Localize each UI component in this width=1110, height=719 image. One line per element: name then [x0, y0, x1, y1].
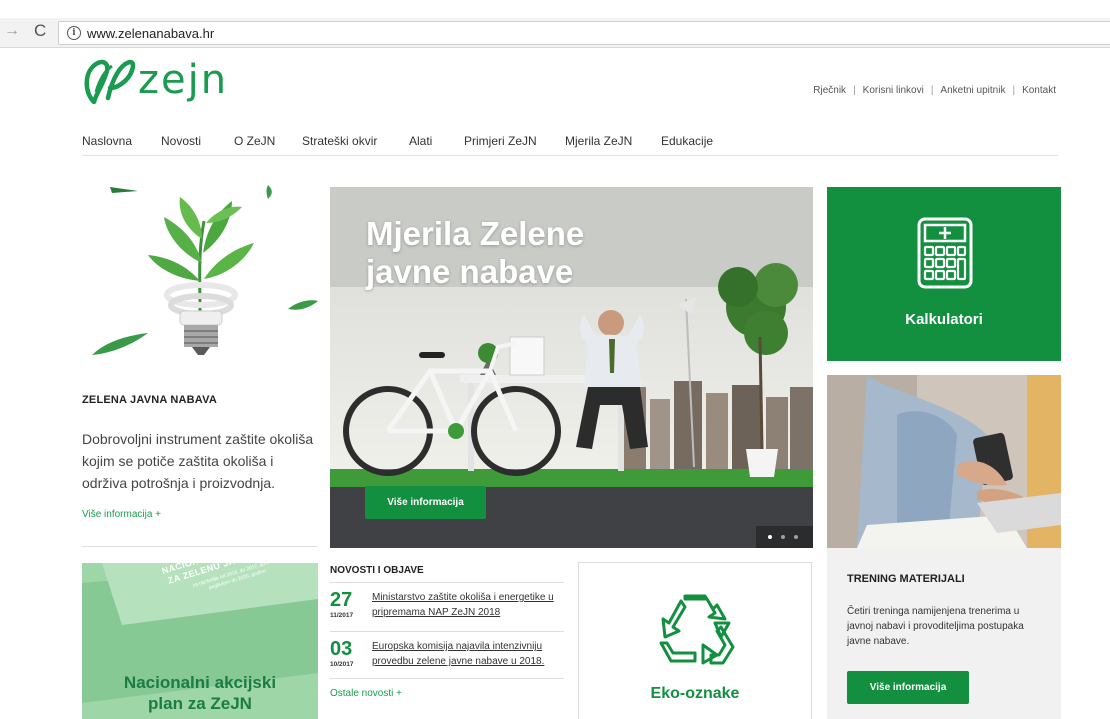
nav-novosti[interactable]: Novosti [161, 134, 201, 148]
slider-dot[interactable] [781, 535, 785, 539]
browser-chrome: → C i www.zelenanabava.hr [0, 0, 1110, 48]
separator: | [930, 85, 934, 96]
separator: | [1012, 85, 1016, 96]
hero-more-button[interactable]: Više informacija [365, 486, 486, 519]
nav-mjerila-zejn[interactable]: Mjerila ZeJN [565, 134, 632, 148]
training-title: TRENING MATERIJALI [847, 573, 965, 585]
nav-strateski-okvir[interactable]: Strateški okvir [302, 134, 377, 148]
info-icon[interactable]: i [67, 26, 81, 40]
news-month: 10/2017 [330, 661, 354, 668]
calculator-icon [917, 217, 973, 289]
training-more-button[interactable]: Više informacija [847, 671, 969, 704]
divider [330, 582, 564, 583]
news-title: NOVOSTI I OBJAVE [330, 565, 424, 576]
news-headline-link[interactable]: Ministarstvo zaštite okoliša i energetik… [372, 590, 568, 620]
hero-title-line: javne nabave [366, 253, 574, 290]
separator: | [853, 85, 856, 96]
nav-edukacije[interactable]: Edukacije [661, 134, 713, 148]
hero-slider[interactable]: Mjerila Zelene javne nabave Više informa… [330, 187, 813, 548]
site-logo[interactable]: ZeJN [82, 56, 262, 108]
news-day: 27 [330, 589, 353, 611]
training-photo [827, 375, 1061, 548]
link-kontakt[interactable]: Kontakt [1022, 85, 1056, 96]
reload-icon[interactable]: C [34, 21, 46, 41]
tab-strip [0, 0, 1110, 18]
zjn-more-link[interactable]: Više informacija + [82, 509, 161, 520]
logo-text: ZeJN [138, 57, 229, 103]
back-arrow-icon[interactable]: → [4, 22, 20, 40]
calculators-label: Kalkulatori [905, 311, 983, 328]
logo-leaf-icon [84, 59, 136, 104]
divider [330, 631, 564, 632]
divider [330, 678, 564, 679]
news-more-link[interactable]: Ostale novosti + [330, 688, 402, 699]
eko-labels-panel[interactable]: Eko-oznake [578, 562, 812, 719]
news-headline-link[interactable]: Europska komisija najavila intenzivniju … [372, 639, 568, 669]
utility-links: Rječnik | Korisni linkovi | Anketni upitnik |… [813, 85, 1056, 96]
slider-dot-active[interactable] [768, 535, 772, 539]
nap-zejn-panel[interactable]: NACIONALNI AKCIJSKI PLAN ZA ZELENU JAVNU… [82, 563, 318, 719]
nap-title: Nacionalni akcijski plan za ZeJN [82, 672, 318, 714]
slider-dots [756, 526, 813, 548]
news-item[interactable]: 03 10/2017 Europska komisija najavila in… [330, 639, 568, 683]
nav-primjeri-zejn[interactable]: Primjeri ZeJN [464, 134, 537, 148]
zjn-title: ZELENA JAVNA NABAVA [82, 394, 217, 406]
eko-label: Eko-oznake [650, 685, 740, 702]
link-rjecnik[interactable]: Rječnik [813, 85, 846, 96]
nav-naslovna[interactable]: Naslovna [82, 134, 132, 148]
news-item[interactable]: 27 11/2017 Ministarstvo zaštite okoliša … [330, 590, 568, 634]
link-korisni-linkovi[interactable]: Korisni linkovi [863, 85, 924, 96]
nap-title-line: Nacionalni akcijski [123, 673, 277, 692]
training-panel: TRENING MATERIJALI Četiri treninga namij… [827, 548, 1061, 719]
news-month: 11/2017 [330, 612, 354, 619]
web-page: ZeJN Rječnik | Korisni linkovi | Anketni upi… [0, 48, 1110, 719]
main-navigation: Naslovna Novosti O ZeJN Strateški okvir … [82, 132, 1058, 156]
recycle-icon [659, 594, 735, 665]
plant-bulb-image [82, 183, 318, 361]
hero-title: Mjerila Zelene javne nabave [366, 215, 584, 291]
nav-alati[interactable]: Alati [409, 134, 432, 148]
divider [82, 546, 317, 547]
training-description: Četiri treninga namijenjena trenerima u … [847, 606, 1024, 647]
nap-title-line: plan za ZeJN [148, 694, 252, 713]
news-day: 03 [330, 638, 353, 660]
nav-o-zejn[interactable]: O ZeJN [234, 134, 275, 148]
hero-title-line: Mjerila Zelene [366, 215, 585, 252]
address-bar[interactable]: i www.zelenanabava.hr [58, 21, 1110, 45]
slider-dot[interactable] [794, 535, 798, 539]
url-text[interactable]: www.zelenanabava.hr [87, 26, 214, 41]
link-anketni-upitnik[interactable]: Anketni upitnik [940, 85, 1005, 96]
calculators-panel[interactable]: Kalkulatori [827, 187, 1061, 361]
zjn-description: Dobrovoljni instrument zaštite okoliša k… [82, 431, 314, 491]
